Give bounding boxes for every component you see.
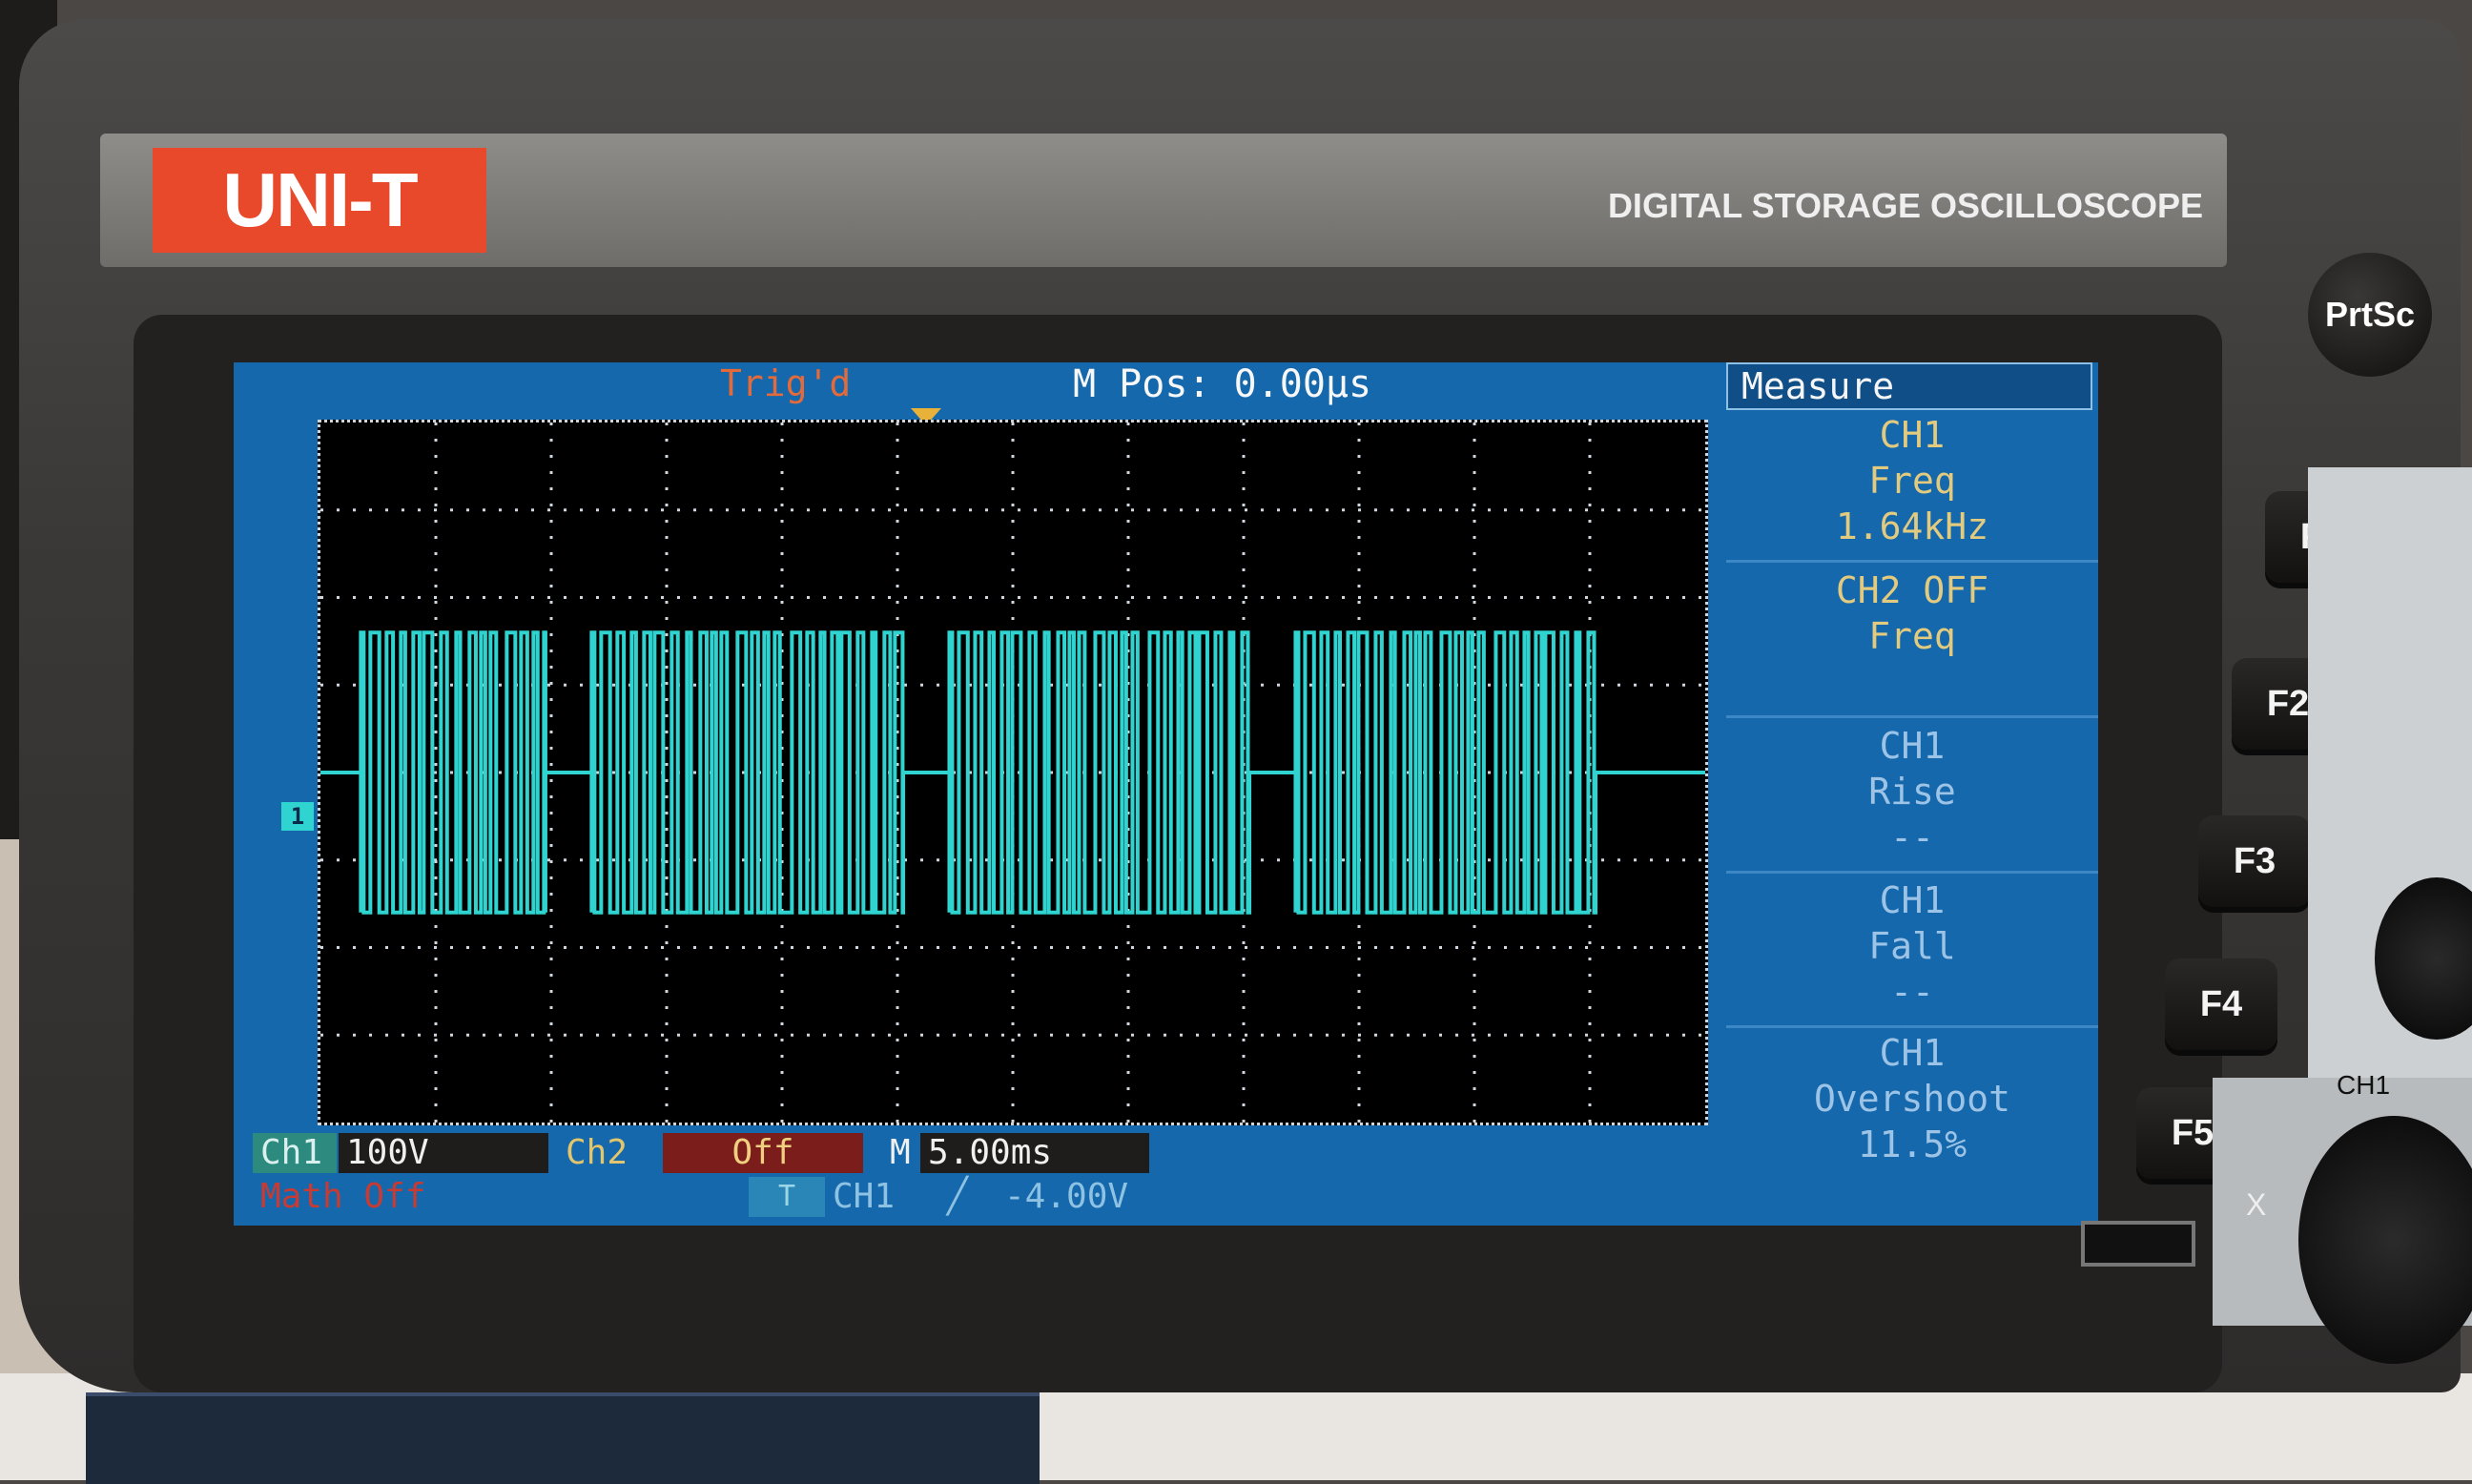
ch1-ground-marker: 1 bbox=[281, 802, 314, 831]
slot-5-source: CH1 bbox=[1879, 1032, 1946, 1074]
menu-slot-1[interactable]: CH1 Freq 1.64kHz bbox=[1726, 412, 2098, 563]
f3-button[interactable]: F3 bbox=[2198, 815, 2311, 907]
horizontal-position: M Pos: 0.00µs bbox=[1073, 362, 1372, 406]
slot-4-type: Fall bbox=[1868, 925, 1956, 967]
menu-slot-2[interactable]: CH2 OFF Freq bbox=[1726, 567, 2098, 718]
rising-edge-icon: ╱ bbox=[947, 1177, 968, 1216]
trigger-level: -4.00V bbox=[1004, 1177, 1129, 1216]
ch2-label: Ch2 bbox=[566, 1133, 628, 1172]
bottom-status-bar: Ch1 100V Ch2 Off M 5.00ms Math Off T CH1… bbox=[234, 1133, 1717, 1226]
trigger-icon: T bbox=[749, 1177, 825, 1217]
ch1-waveform-trace bbox=[320, 630, 1705, 915]
slot-2-type: Freq bbox=[1868, 615, 1956, 657]
slot-5-type: Overshoot bbox=[1814, 1078, 2010, 1120]
math-status: Math Off bbox=[260, 1177, 426, 1216]
trigger-status: Trig'd bbox=[720, 362, 852, 404]
waveform-svg bbox=[320, 423, 1705, 1123]
slot-3-type: Rise bbox=[1868, 771, 1956, 813]
lcd-display: Trig'd M Pos: 0.00µs 1 Measure CH1 Freq … bbox=[234, 362, 2098, 1226]
slot-2-source: CH2 OFF bbox=[1835, 569, 1989, 611]
menu-slot-3[interactable]: CH1 Rise -- bbox=[1726, 723, 2098, 874]
timebase-value: 5.00ms bbox=[920, 1133, 1149, 1173]
menu-slot-5[interactable]: CH1 Overshoot 11.5% bbox=[1726, 1030, 2098, 1181]
slot-4-value: -- bbox=[1890, 971, 1934, 1013]
slot-4-source: CH1 bbox=[1879, 879, 1946, 921]
brand-logo: UNI-T bbox=[153, 148, 486, 253]
slot-1-type: Freq bbox=[1868, 460, 1956, 502]
slot-1-value: 1.64kHz bbox=[1835, 505, 1989, 547]
usb-port[interactable] bbox=[2081, 1221, 2195, 1267]
ch1-volts-per-div: 100V bbox=[339, 1133, 548, 1173]
ch1-panel-label: CH1 bbox=[2337, 1070, 2391, 1100]
prtsc-button[interactable]: PrtSc bbox=[2308, 253, 2432, 377]
measure-menu: Measure CH1 Freq 1.64kHz CH2 OFF Freq CH… bbox=[1726, 362, 2098, 1226]
circuit-board bbox=[86, 1392, 1040, 1484]
timebase-label: M bbox=[890, 1133, 911, 1172]
ch2-volts-per-div: Off bbox=[663, 1133, 863, 1173]
product-title: DIGITAL STORAGE OSCILLOSCOPE bbox=[1607, 186, 2203, 225]
waveform-grid bbox=[318, 420, 1708, 1125]
slot-3-value: -- bbox=[1890, 816, 1934, 858]
x-label: X bbox=[2246, 1187, 2267, 1222]
f4-button[interactable]: F4 bbox=[2165, 958, 2277, 1050]
slot-5-value: 11.5% bbox=[1857, 1123, 1967, 1165]
slot-1-source: CH1 bbox=[1879, 414, 1946, 456]
trigger-channel: CH1 bbox=[833, 1177, 896, 1216]
menu-title: Measure bbox=[1726, 362, 2092, 410]
slot-3-source: CH1 bbox=[1879, 725, 1946, 767]
ch1-label: Ch1 bbox=[253, 1133, 337, 1173]
menu-slot-4[interactable]: CH1 Fall -- bbox=[1726, 877, 2098, 1028]
